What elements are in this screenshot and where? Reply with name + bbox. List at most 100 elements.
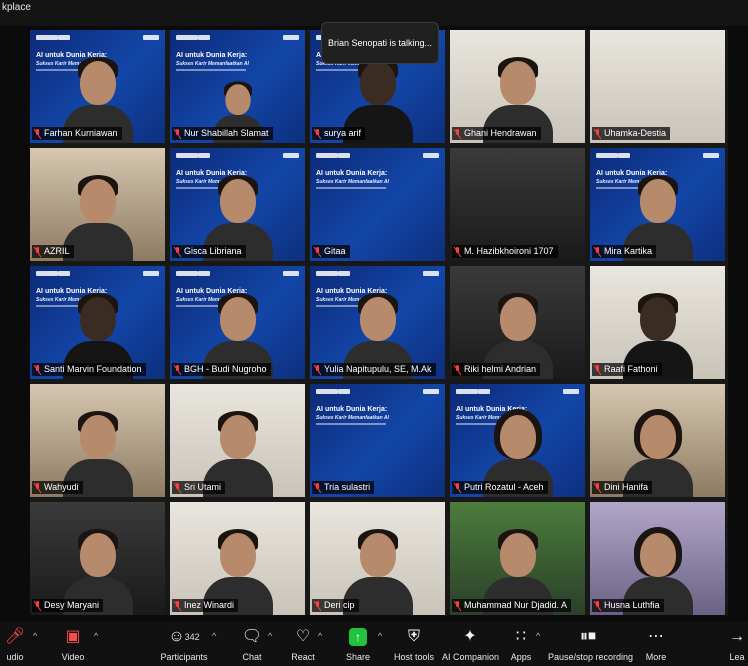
chat-button[interactable]: 🗨︎ Chat: [240, 626, 264, 666]
slide-logos: [176, 271, 299, 278]
apps-label: Apps: [510, 652, 532, 662]
react-button[interactable]: ♡ React: [290, 626, 316, 666]
leave-button[interactable]: → Lea: [726, 626, 748, 666]
shield-icon: ⛨: [407, 628, 420, 645]
video-tile[interactable]: AZRIL: [30, 148, 165, 261]
participant-nameplate: BGH - Budi Nugroho: [172, 363, 271, 376]
slide-logos: [316, 389, 439, 396]
participant-nameplate: Putri Rozatul - Aceh: [452, 481, 548, 494]
video-tile[interactable]: AI untuk Dunia Kerja:Sukses Karir Memanf…: [310, 148, 445, 261]
participant-name: Dini Hanifa: [604, 482, 649, 492]
more-label: More: [645, 652, 667, 662]
video-tile[interactable]: Riki helmi Andrian: [450, 266, 585, 379]
video-tile[interactable]: AI untuk Dunia Kerja:Sukses Karir Memanf…: [310, 384, 445, 497]
mic-muted-icon: [314, 364, 321, 375]
video-tile[interactable]: Ghani Hendrawan: [450, 30, 585, 143]
slide-title: AI untuk Dunia Kerja:: [316, 406, 388, 413]
video-tile[interactable]: Inez Winardi: [170, 502, 305, 615]
more-button[interactable]: ⋯ More: [642, 626, 670, 666]
participant-name: Riki helmi Andrian: [464, 364, 537, 374]
host-tools-button[interactable]: ⛨ Host tools: [394, 626, 434, 666]
mic-muted-icon: [34, 246, 41, 257]
video-tile[interactable]: AI untuk Dunia Kerja:Sukses Karir Memanf…: [450, 384, 585, 497]
participant-name: Ghani Hendrawan: [464, 128, 537, 138]
participant-nameplate: Mira Kartika: [592, 245, 657, 258]
participant-name: surya arif: [324, 128, 362, 138]
participant-name: AZRIL: [44, 246, 70, 256]
participant-nameplate: Muhammad Nur Djadid. A: [452, 599, 572, 612]
video-tile[interactable]: Raafi Fathoni: [590, 266, 725, 379]
mic-muted-icon: [174, 600, 181, 611]
participants-button[interactable]: ☺342 Participants: [160, 626, 208, 666]
recording-label: Pause/stop recording: [548, 652, 634, 662]
participant-name: Nur Shabillah Slamat: [184, 128, 269, 138]
video-label: Video: [61, 652, 85, 662]
mic-muted-icon: [594, 364, 601, 375]
participant-name: Santi Marvin Foundation: [44, 364, 142, 374]
recording-button[interactable]: ⏸⏹ Pause/stop recording: [548, 626, 634, 666]
participants-count: 342: [184, 632, 200, 642]
participant-name: Mira Kartika: [604, 246, 653, 256]
chat-options-chevron-icon[interactable]: ^: [268, 631, 272, 641]
video-tile[interactable]: AI untuk Dunia Kerja:Sukses Karir Memanf…: [30, 266, 165, 379]
participant-nameplate: Husna Luthfia: [592, 599, 664, 612]
share-button[interactable]: ↑ Share: [344, 626, 372, 666]
host-tools-label: Host tools: [394, 652, 435, 662]
slide-logos: [316, 271, 439, 278]
participant-nameplate: Inez Winardi: [172, 599, 239, 612]
sparkle-icon: ✦: [463, 628, 477, 645]
video-tile[interactable]: AI untuk Dunia Kerja:Sukses Karir Memanf…: [30, 30, 165, 143]
video-button[interactable]: ▣ Video: [56, 626, 90, 666]
participant-name: BGH - Budi Nugroho: [184, 364, 267, 374]
video-tile[interactable]: Wahyudi: [30, 384, 165, 497]
participants-icon: ☺342: [168, 628, 200, 646]
video-tile[interactable]: Deri cip: [310, 502, 445, 615]
slide-logos: [176, 35, 299, 42]
share-options-chevron-icon[interactable]: ^: [378, 631, 382, 641]
slide-text-line: [316, 423, 386, 425]
video-tile[interactable]: Dini Hanifa: [590, 384, 725, 497]
participant-nameplate: Riki helmi Andrian: [452, 363, 541, 376]
video-tile[interactable]: Muhammad Nur Djadid. A: [450, 502, 585, 615]
video-tile[interactable]: M. Hazibkhoironi 1707: [450, 148, 585, 261]
participant-name: Desy Maryani: [44, 600, 100, 610]
video-off-icon: ▣: [65, 628, 81, 645]
participants-label: Participants: [160, 652, 208, 662]
slide-logos: [316, 153, 439, 160]
video-tile[interactable]: AI untuk Dunia Kerja:Sukses Karir Memanf…: [590, 148, 725, 261]
mic-muted-icon: [174, 246, 181, 257]
participant-nameplate: Nur Shabillah Slamat: [172, 127, 273, 140]
participant-nameplate: M. Hazibkhoironi 1707: [452, 245, 558, 258]
video-tile[interactable]: AI untuk Dunia Kerja:Sukses Karir Memanf…: [170, 148, 305, 261]
mic-muted-icon: [314, 246, 321, 257]
video-tile[interactable]: Husna Luthfia: [590, 502, 725, 615]
video-tile[interactable]: AI untuk Dunia Kerja:Sukses Karir Memanf…: [170, 266, 305, 379]
participant-nameplate: Farhan Kurniawan: [32, 127, 122, 140]
apps-button[interactable]: ∷ Apps: [508, 626, 534, 666]
audio-button[interactable]: 🎤︎ udio: [0, 626, 30, 666]
audio-options-chevron-icon[interactable]: ^: [33, 631, 37, 641]
ai-companion-button[interactable]: ✦ AI Companion: [442, 626, 499, 666]
participants-options-chevron-icon[interactable]: ^: [212, 631, 216, 641]
participant-nameplate: Desy Maryani: [32, 599, 104, 612]
participant-nameplate: Raafi Fathoni: [592, 363, 662, 376]
pause-stop-icon: ⏸⏹: [579, 628, 596, 645]
mic-muted-icon: [34, 600, 41, 611]
video-options-chevron-icon[interactable]: ^: [94, 631, 98, 641]
mic-muted-icon: [454, 128, 461, 139]
video-tile[interactable]: Uhamka-Destia: [590, 30, 725, 143]
participant-nameplate: Yulia Napitupulu, SE, M.Ak: [312, 363, 436, 376]
mic-muted-icon: [174, 482, 181, 493]
participant-nameplate: Sri Utami: [172, 481, 226, 494]
video-tile[interactable]: AI untuk Dunia Kerja:Sukses Karir Memanf…: [310, 266, 445, 379]
react-options-chevron-icon[interactable]: ^: [318, 631, 322, 641]
apps-options-chevron-icon[interactable]: ^: [536, 631, 540, 641]
video-tile[interactable]: Sri Utami: [170, 384, 305, 497]
participant-nameplate: Dini Hanifa: [592, 481, 653, 494]
participant-name: Yulia Napitupulu, SE, M.Ak: [324, 364, 432, 374]
participant-name: Uhamka-Destia: [604, 128, 667, 138]
slide-title: AI untuk Dunia Kerja:: [316, 170, 388, 177]
participant-name: Deri cip: [324, 600, 355, 610]
video-tile[interactable]: AI untuk Dunia Kerja:Sukses Karir Memanf…: [170, 30, 305, 143]
video-tile[interactable]: Desy Maryani: [30, 502, 165, 615]
